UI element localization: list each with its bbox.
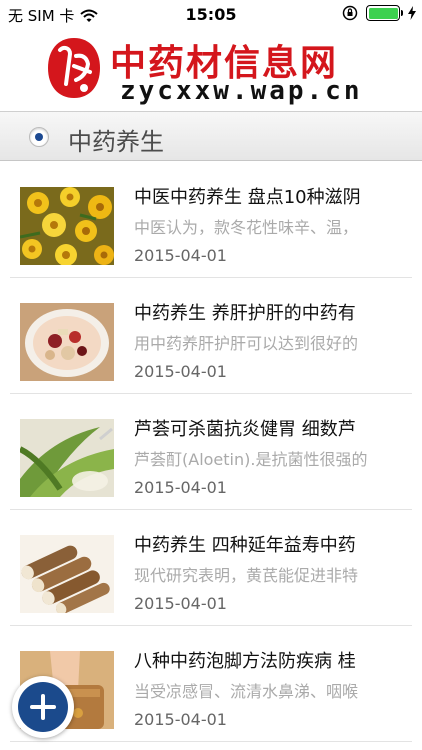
article-title: 中药养生 四种延年益寿中药 (134, 535, 356, 556)
article-title: 中药养生 养肝护肝的中药有 (134, 303, 356, 324)
article-item[interactable]: 八种中药泡脚方法防疾病 桂 当受凉感冒、流清水鼻涕、咽喉 2015-04-01 (10, 626, 412, 742)
logo-subtitle: zycxxw.wap.cn (120, 76, 363, 106)
article-item[interactable]: 芦荟可杀菌抗炎健胃 细数芦 芦荟酊(Aloetin).是抗菌性很强的 2015-… (10, 394, 412, 510)
article-summary: 现代研究表明，黄芪能促进非特 (134, 566, 359, 585)
article-thumbnail (20, 535, 114, 613)
article-summary: 用中药养肝护肝可以达到很好的 (134, 334, 359, 353)
section-radio-icon (29, 127, 49, 147)
article-item[interactable]: 中药养生 四种延年益寿中药 现代研究表明，黄芪能促进非特 2015-04-01 (10, 510, 412, 626)
add-button[interactable] (12, 676, 74, 738)
article-title: 芦荟可杀菌抗炎健胃 细数芦 (134, 419, 356, 440)
article-summary: 中医认为，款冬花性味辛、温， (134, 218, 359, 237)
article-thumbnail (20, 187, 114, 265)
article-date: 2015-04-01 (134, 246, 227, 265)
article-title: 八种中药泡脚方法防疾病 桂 (134, 651, 356, 672)
article-date: 2015-04-01 (134, 594, 227, 613)
article-list: 中医中药养生 盘点10种滋阴 中医认为，款冬花性味辛、温， 2015-04-01… (0, 162, 422, 742)
status-bar: 无 SIM 卡 15:05 (0, 0, 422, 28)
logo-seal-icon[interactable] (46, 36, 102, 100)
radio-dot (35, 133, 43, 141)
section-title: 中药养生 (68, 128, 164, 156)
article-item[interactable]: 中药养生 养肝护肝的中药有 用中药养肝护肝可以达到很好的 2015-04-01 (10, 278, 412, 394)
site-header: 中药材信息网 zycxxw.wap.cn (0, 28, 422, 110)
battery-icon (366, 5, 403, 21)
battery-level (368, 7, 398, 19)
article-date: 2015-04-01 (134, 478, 227, 497)
status-right-group (342, 5, 416, 21)
article-thumbnail (20, 303, 114, 381)
section-header[interactable]: 中药养生 (0, 111, 422, 161)
rotation-lock-icon (342, 5, 358, 21)
article-summary: 当受凉感冒、流清水鼻涕、咽喉 (134, 682, 359, 701)
article-thumbnail (20, 419, 114, 497)
article-date: 2015-04-01 (134, 710, 227, 729)
plus-icon (18, 682, 68, 732)
article-date: 2015-04-01 (134, 362, 227, 381)
charging-bolt-icon (408, 6, 416, 20)
article-item[interactable]: 中医中药养生 盘点10种滋阴 中医认为，款冬花性味辛、温， 2015-04-01 (10, 162, 412, 278)
article-title: 中医中药养生 盘点10种滋阴 (134, 187, 361, 208)
article-summary: 芦荟酊(Aloetin).是抗菌性很强的 (134, 450, 368, 469)
